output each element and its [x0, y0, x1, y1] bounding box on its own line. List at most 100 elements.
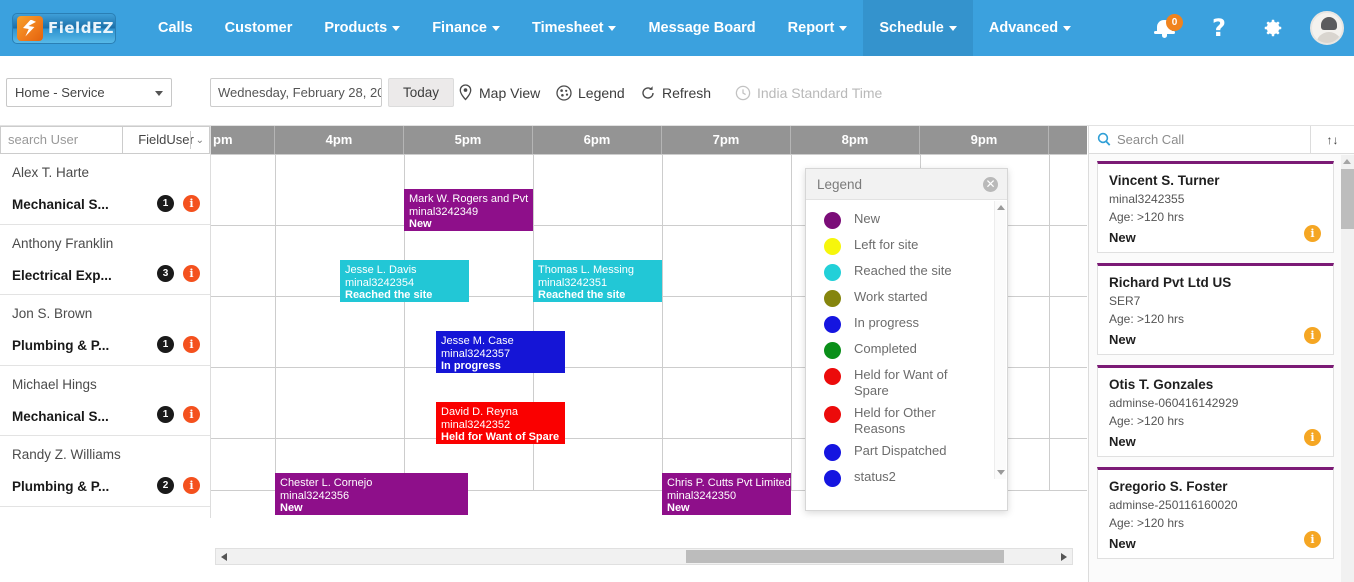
legend-item-label: In progress — [854, 315, 919, 331]
map-view-button[interactable]: Map View — [458, 78, 540, 107]
user-row[interactable]: Michael HingsMechanical S...1i — [0, 366, 210, 437]
event-status: Reached the site — [538, 289, 657, 302]
nav-item-finance[interactable]: Finance — [416, 0, 516, 56]
help-button[interactable]: ? — [1192, 0, 1246, 56]
refresh-button[interactable]: Refresh — [640, 78, 711, 107]
legend-color-dot — [824, 316, 841, 333]
legend-items: NewLeft for siteReached the siteWork sta… — [806, 200, 1009, 511]
scrollbar-thumb[interactable] — [1341, 169, 1354, 229]
event-id: minal3242349 — [409, 206, 528, 219]
warning-icon[interactable]: i — [1304, 429, 1321, 446]
legend-color-dot — [824, 264, 841, 281]
call-list-scrollbar[interactable] — [1341, 155, 1354, 582]
schedule-event[interactable]: Mark W. Rogers and Pvtminal3242349New — [404, 189, 533, 231]
user-row[interactable]: Randy Z. WilliamsPlumbing & P...2i — [0, 436, 210, 507]
chevron-down-icon: ⌄ — [196, 138, 204, 144]
time-column-header: pm — [211, 126, 275, 154]
info-icon[interactable]: i — [183, 406, 200, 423]
call-customer-name: Gregorio S. Foster — [1109, 479, 1322, 494]
event-customer: Chester L. Cornejo — [280, 477, 463, 490]
event-status: In progress — [441, 360, 560, 373]
call-id: adminse-250116160020 — [1109, 498, 1322, 512]
info-icon[interactable]: i — [183, 336, 200, 353]
event-customer: David D. Reyna — [441, 406, 560, 419]
user-job-count-badge: 1 — [157, 406, 174, 423]
event-customer: Mark W. Rogers and Pvt — [409, 193, 528, 206]
call-customer-name: Vincent S. Turner — [1109, 173, 1322, 188]
app-logo[interactable]: FieldEZ — [12, 13, 116, 44]
schedule-horizontal-scrollbar[interactable] — [215, 548, 1073, 565]
schedule-event[interactable]: David D. Reynaminal3242352Held for Want … — [436, 402, 565, 444]
schedule-event[interactable]: Jesse L. Davisminal3242354Reached the si… — [340, 260, 469, 302]
search-call-input[interactable]: Search Call — [1089, 126, 1311, 154]
legend-button[interactable]: Legend — [556, 78, 625, 107]
call-card[interactable]: Otis T. Gonzalesadminse-060416142929Age:… — [1097, 365, 1334, 457]
user-avatar-button[interactable] — [1300, 0, 1354, 56]
timezone-label: India Standard Time — [757, 85, 882, 101]
schedule-event[interactable]: Thomas L. Messingminal3242351Reached the… — [533, 260, 662, 302]
event-status: New — [409, 218, 528, 231]
legend-color-dot — [824, 212, 841, 229]
user-name: Anthony Franklin — [12, 236, 200, 251]
call-card[interactable]: Vincent S. Turnerminal3242355Age: >120 h… — [1097, 161, 1334, 253]
chevron-down-icon — [949, 26, 957, 31]
schedule-event[interactable]: Jesse M. Caseminal3242357In progress — [436, 331, 565, 373]
nav-item-schedule[interactable]: Schedule — [863, 0, 972, 56]
refresh-icon — [640, 85, 656, 101]
search-user-input[interactable]: search User — [0, 126, 122, 154]
warning-icon[interactable]: i — [1304, 327, 1321, 344]
user-row[interactable]: Alex T. HarteMechanical S...1i — [0, 154, 210, 225]
nav-item-label: Advanced — [989, 20, 1058, 36]
grid-vline — [1049, 154, 1050, 491]
user-list-panel: search User FieldUser ⌄ Alex T. HarteMec… — [0, 126, 211, 518]
legend-item-label: Held for Want of Spare — [854, 367, 974, 399]
nav-item-report[interactable]: Report — [772, 0, 864, 56]
warning-icon[interactable]: i — [1304, 531, 1321, 548]
bell-icon: 0 — [1155, 18, 1175, 39]
today-button[interactable]: Today — [388, 78, 454, 107]
event-status: Held for Want of Spare — [441, 431, 560, 444]
legend-item: status2 — [806, 466, 1009, 492]
nav-item-timesheet[interactable]: Timesheet — [516, 0, 632, 56]
nav-item-label: Finance — [432, 20, 487, 36]
date-input[interactable]: Wednesday, February 28, 20 — [210, 78, 382, 107]
info-icon[interactable]: i — [183, 195, 200, 212]
scroll-left-arrow-icon[interactable] — [221, 553, 227, 561]
scroll-up-arrow-icon[interactable] — [997, 205, 1005, 210]
schedule-event[interactable]: Chester L. Cornejominal3242356New — [275, 473, 468, 515]
scroll-down-arrow-icon[interactable] — [997, 470, 1005, 475]
legend-scrollbar[interactable] — [994, 201, 1006, 479]
close-icon[interactable]: ✕ — [983, 177, 998, 192]
legend-item-label: Held for Other Reasons — [854, 405, 974, 437]
nav-item-customer[interactable]: Customer — [209, 0, 309, 56]
user-name: Randy Z. Williams — [12, 447, 200, 462]
clock-icon — [735, 85, 751, 101]
call-search-row: Search Call ↑↓ — [1089, 126, 1354, 154]
info-icon[interactable]: i — [183, 477, 200, 494]
settings-button[interactable] — [1246, 0, 1300, 56]
user-row[interactable]: Jon S. BrownPlumbing & P...1i — [0, 295, 210, 366]
scrollbar-thumb[interactable] — [686, 550, 1004, 563]
nav-item-calls[interactable]: Calls — [142, 0, 209, 56]
call-status: New — [1109, 434, 1322, 449]
scroll-right-arrow-icon[interactable] — [1061, 553, 1067, 561]
nav-item-label: Schedule — [879, 20, 943, 36]
notifications-button[interactable]: 0 — [1138, 0, 1192, 56]
user-name: Michael Hings — [12, 377, 200, 392]
info-icon[interactable]: i — [183, 265, 200, 282]
call-customer-name: Otis T. Gonzales — [1109, 377, 1322, 392]
warning-icon[interactable]: i — [1304, 225, 1321, 242]
user-role-select[interactable]: FieldUser ⌄ — [122, 126, 210, 154]
legend-color-dot — [824, 290, 841, 307]
schedule-event[interactable]: Chris P. Cutts Pvt Limitedminal3242350Ne… — [662, 473, 791, 515]
sort-calls-button[interactable]: ↑↓ — [1311, 126, 1354, 154]
nav-item-products[interactable]: Products — [308, 0, 416, 56]
nav-item-message-board[interactable]: Message Board — [632, 0, 771, 56]
user-rows: Alex T. HarteMechanical S...1iAnthony Fr… — [0, 154, 210, 507]
call-card[interactable]: Richard Pvt Ltd USSER7Age: >120 hrsNewi — [1097, 263, 1334, 355]
nav-item-advanced[interactable]: Advanced — [973, 0, 1087, 56]
scroll-up-arrow-icon[interactable] — [1343, 159, 1351, 164]
user-row[interactable]: Anthony FranklinElectrical Exp...3i — [0, 225, 210, 296]
call-card[interactable]: Gregorio S. Fosteradminse-250116160020Ag… — [1097, 467, 1334, 559]
view-select[interactable]: Home - Service — [6, 78, 172, 107]
